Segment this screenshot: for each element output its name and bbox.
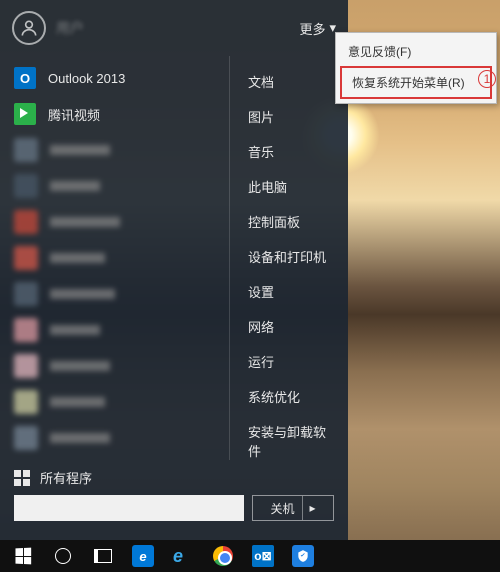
- tencent-video-icon: [14, 103, 36, 125]
- outlook-icon: o⊠: [252, 545, 274, 567]
- all-programs-button[interactable]: 所有程序: [14, 468, 334, 487]
- taskbar-ie[interactable]: e: [164, 542, 202, 570]
- link-network[interactable]: 网络: [230, 309, 348, 344]
- chevron-right-icon[interactable]: ▸: [302, 496, 315, 520]
- app-blurred[interactable]: [0, 168, 229, 204]
- link-system-optimize[interactable]: 系统优化: [230, 379, 348, 414]
- app-blurred[interactable]: [0, 204, 229, 240]
- username-label: 用户: [56, 18, 299, 38]
- user-avatar[interactable]: [12, 11, 46, 45]
- start-menu-body: O Outlook 2013 腾讯视频 文档 图片 音乐 此电脑 控制面板 设备…: [0, 56, 348, 460]
- outlook-icon: O: [14, 67, 36, 89]
- shutdown-label: 关机: [270, 500, 294, 517]
- callout-one: 1: [478, 70, 496, 88]
- link-settings[interactable]: 设置: [230, 274, 348, 309]
- shield-icon: [292, 545, 314, 567]
- app-label: Outlook 2013: [48, 71, 125, 86]
- start-button[interactable]: [4, 542, 42, 570]
- app-tencent-video[interactable]: 腾讯视频: [0, 96, 229, 132]
- app-label: 腾讯视频: [48, 105, 100, 124]
- link-devices-printers[interactable]: 设备和打印机: [230, 239, 348, 274]
- taskbar-chrome[interactable]: [204, 542, 242, 570]
- app-blurred[interactable]: [0, 420, 229, 456]
- taskbar-outlook[interactable]: o⊠: [244, 542, 282, 570]
- taskbar-security[interactable]: [284, 542, 322, 570]
- link-install-uninstall[interactable]: 安装与卸载软件: [230, 414, 348, 460]
- link-music[interactable]: 音乐: [230, 134, 348, 169]
- edge-icon: e: [132, 545, 154, 567]
- ctx-restore-start-menu[interactable]: 恢复系统开始菜单(R): [340, 66, 492, 99]
- app-blurred[interactable]: [0, 348, 229, 384]
- taskbar: e e o⊠: [0, 540, 500, 572]
- more-button[interactable]: 更多 ▾: [299, 19, 336, 38]
- ctx-feedback[interactable]: 意见反馈(F): [338, 37, 494, 66]
- system-links-column: 文档 图片 音乐 此电脑 控制面板 设备和打印机 设置 网络 运行 系统优化 安…: [230, 56, 348, 460]
- search-input[interactable]: [14, 495, 244, 521]
- task-view-icon: [94, 549, 112, 563]
- link-control-panel[interactable]: 控制面板: [230, 204, 348, 239]
- app-blurred[interactable]: [0, 132, 229, 168]
- link-documents[interactable]: 文档: [230, 64, 348, 99]
- taskbar-edge[interactable]: e: [124, 542, 162, 570]
- start-menu: 用户 更多 ▾ O Outlook 2013 腾讯视频: [0, 0, 348, 540]
- more-label: 更多: [299, 19, 325, 38]
- pinned-apps-column: O Outlook 2013 腾讯视频: [0, 56, 230, 460]
- app-blurred[interactable]: [0, 384, 229, 420]
- grid-icon: [14, 470, 30, 486]
- start-menu-footer: 所有程序 关机 ▸: [0, 460, 348, 540]
- cortana-button[interactable]: [44, 542, 82, 570]
- app-outlook[interactable]: O Outlook 2013: [0, 60, 229, 96]
- all-programs-label: 所有程序: [40, 468, 92, 487]
- task-view-button[interactable]: [84, 542, 122, 570]
- app-blurred[interactable]: [0, 240, 229, 276]
- chrome-icon: [213, 546, 233, 566]
- app-blurred[interactable]: [0, 312, 229, 348]
- ie-icon: e: [173, 546, 193, 566]
- cortana-icon: [55, 548, 71, 564]
- link-run[interactable]: 运行: [230, 344, 348, 379]
- link-pictures[interactable]: 图片: [230, 99, 348, 134]
- start-menu-header: 用户 更多 ▾: [0, 0, 348, 56]
- search-row: 关机 ▸: [14, 495, 334, 521]
- link-this-pc[interactable]: 此电脑: [230, 169, 348, 204]
- more-context-menu: 意见反馈(F) 恢复系统开始菜单(R): [335, 32, 497, 104]
- app-blurred[interactable]: [0, 276, 229, 312]
- user-icon: [19, 18, 39, 38]
- windows-icon: [15, 548, 31, 565]
- shutdown-button[interactable]: 关机 ▸: [252, 495, 334, 521]
